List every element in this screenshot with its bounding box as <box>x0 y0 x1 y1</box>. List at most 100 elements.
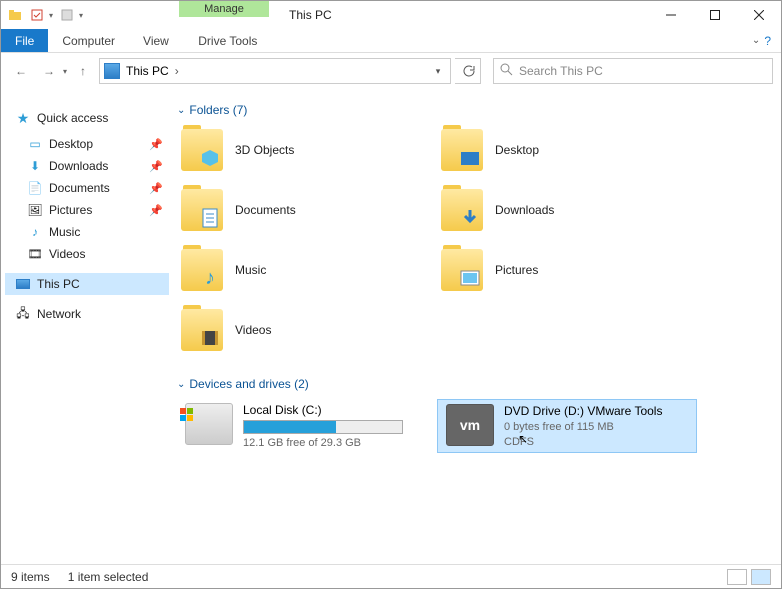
windows-logo-icon <box>180 408 193 421</box>
hdd-icon <box>185 403 233 445</box>
network-icon: 🖧 <box>15 306 31 322</box>
up-button[interactable]: ↑ <box>71 59 95 83</box>
refresh-button[interactable] <box>455 58 481 84</box>
this-pc-icon <box>15 276 31 292</box>
item-label: Videos <box>235 323 271 337</box>
pin-icon: 📌 <box>149 160 163 173</box>
drive-subtext: 12.1 GB free of 29.3 GB <box>243 437 429 449</box>
capacity-bar <box>243 420 403 434</box>
sidebar-item-music[interactable]: ♪ Music <box>5 221 169 243</box>
folder-downloads[interactable]: Downloads <box>437 185 697 235</box>
sidebar-item-desktop[interactable]: ▭Desktop📌 <box>5 133 169 155</box>
title-bar: ▾ ▾ Manage This PC <box>1 1 781 29</box>
music-icon: ♪ <box>27 224 43 240</box>
item-label: Documents <box>235 203 296 217</box>
item-label: 3D Objects <box>235 143 294 157</box>
drive-label: Local Disk (C:) <box>243 403 429 417</box>
qat-dropdown-icon[interactable]: ▾ <box>49 11 53 20</box>
tab-view[interactable]: View <box>129 29 183 52</box>
folder-3d-objects[interactable]: 3D Objects <box>177 125 437 175</box>
qat-customize-icon[interactable]: ▾ <box>79 11 83 20</box>
sidebar-label: Network <box>37 307 81 321</box>
drive-dvd-d[interactable]: vm DVD Drive (D:) VMware Tools 0 bytes f… <box>437 399 697 453</box>
help-icon[interactable]: ? <box>764 34 771 48</box>
search-placeholder: Search This PC <box>519 64 603 78</box>
window-title: This PC <box>269 1 649 29</box>
breadcrumb-arrow-icon[interactable]: › <box>175 64 179 78</box>
maximize-button[interactable] <box>693 1 737 29</box>
file-tab[interactable]: File <box>1 29 48 52</box>
properties-icon[interactable] <box>29 7 45 23</box>
contextual-tab-group: Manage <box>179 1 269 29</box>
item-label: Pictures <box>495 263 538 277</box>
dvd-icon: vm <box>446 404 494 446</box>
music-icon: ♪ <box>199 267 221 289</box>
picture-icon: 🖼 <box>27 202 43 218</box>
tab-drive-tools[interactable]: Drive Tools <box>183 29 273 52</box>
tab-computer[interactable]: Computer <box>48 29 129 52</box>
group-header-folders[interactable]: ⌄ Folders (7) <box>177 99 777 125</box>
close-button[interactable] <box>737 1 781 29</box>
search-input[interactable]: Search This PC <box>493 58 773 84</box>
history-dropdown-icon[interactable]: ▾ <box>63 67 67 76</box>
status-selection: 1 item selected <box>68 570 149 584</box>
new-folder-icon[interactable] <box>59 7 75 23</box>
sidebar-item-documents[interactable]: 📄 Documents 📌 <box>5 177 169 199</box>
sidebar-item-pictures[interactable]: 🖼Pictures📌 <box>5 199 169 221</box>
video-icon: 🎞 <box>27 246 43 262</box>
sidebar-label: Quick access <box>37 111 108 125</box>
folder-videos[interactable]: Videos <box>177 305 437 355</box>
sidebar-item-label: Documents <box>49 181 110 195</box>
cube-icon <box>199 147 221 169</box>
status-bar: 9 items 1 item selected <box>1 564 781 588</box>
sidebar-item-label: Music <box>49 225 80 239</box>
desktop-icon: ▭ <box>27 136 43 152</box>
navigation-bar: ← → ▾ ↑ This PC › ▾ Search This PC <box>1 53 781 89</box>
sidebar-item-videos[interactable]: 🎞Videos <box>5 243 169 265</box>
drive-local-disk-c[interactable]: Local Disk (C:) 12.1 GB free of 29.3 GB <box>177 399 437 453</box>
sidebar-item-label: Downloads <box>49 159 108 173</box>
address-bar[interactable]: This PC › ▾ <box>99 58 451 84</box>
forward-button[interactable]: → <box>37 59 61 83</box>
large-icon-view-button[interactable] <box>751 569 771 585</box>
sidebar-item-downloads[interactable]: ⬇Downloads📌 <box>5 155 169 177</box>
search-icon <box>500 63 513 79</box>
navigation-pane: ★ Quick access ▭Desktop📌 ⬇Downloads📌 📄Do… <box>1 89 173 564</box>
chevron-down-icon[interactable]: ⌄ <box>752 35 760 46</box>
drive-subtext: 0 bytes free of 115 MB <box>504 421 668 433</box>
document-icon <box>199 207 221 229</box>
quick-access-toolbar: ▾ ▾ <box>1 1 89 29</box>
pin-icon: 📌 <box>149 138 163 151</box>
folder-icon[interactable] <box>7 7 23 23</box>
minimize-button[interactable] <box>649 1 693 29</box>
desktop-icon <box>459 147 481 169</box>
pin-icon: 📌 <box>149 204 163 217</box>
folder-documents[interactable]: Documents <box>177 185 437 235</box>
download-icon <box>459 207 481 229</box>
sidebar-quick-access[interactable]: ★ Quick access <box>5 107 169 129</box>
back-button[interactable]: ← <box>9 59 33 83</box>
content-pane: ⌄ Folders (7) 3D Objects Desktop Documen… <box>173 89 781 564</box>
group-header-drives[interactable]: ⌄ Devices and drives (2) <box>177 373 777 399</box>
sidebar-network[interactable]: 🖧 Network <box>5 303 169 325</box>
sidebar-label: This PC <box>37 277 80 291</box>
sidebar-this-pc[interactable]: This PC <box>5 273 169 295</box>
address-dropdown-icon[interactable]: ▾ <box>430 66 446 77</box>
pin-icon: 📌 <box>149 182 163 195</box>
folder-pictures[interactable]: Pictures <box>437 245 697 295</box>
video-icon <box>199 327 221 349</box>
this-pc-icon <box>104 63 120 79</box>
cursor-icon: ↖ <box>518 432 528 476</box>
status-item-count: 9 items <box>11 570 50 584</box>
picture-icon <box>459 267 481 289</box>
item-label: Downloads <box>495 203 554 217</box>
document-icon: 📄 <box>27 180 43 196</box>
details-view-button[interactable] <box>727 569 747 585</box>
group-title: Devices and drives (2) <box>189 377 308 391</box>
folder-music[interactable]: ♪ Music <box>177 245 437 295</box>
folder-desktop[interactable]: Desktop <box>437 125 697 175</box>
drive-label: DVD Drive (D:) VMware Tools <box>504 404 668 418</box>
breadcrumb-segment[interactable]: This PC <box>126 64 169 78</box>
item-label: Music <box>235 263 266 277</box>
ribbon-tabs: File Computer View Drive Tools ⌄ ? <box>1 29 781 53</box>
